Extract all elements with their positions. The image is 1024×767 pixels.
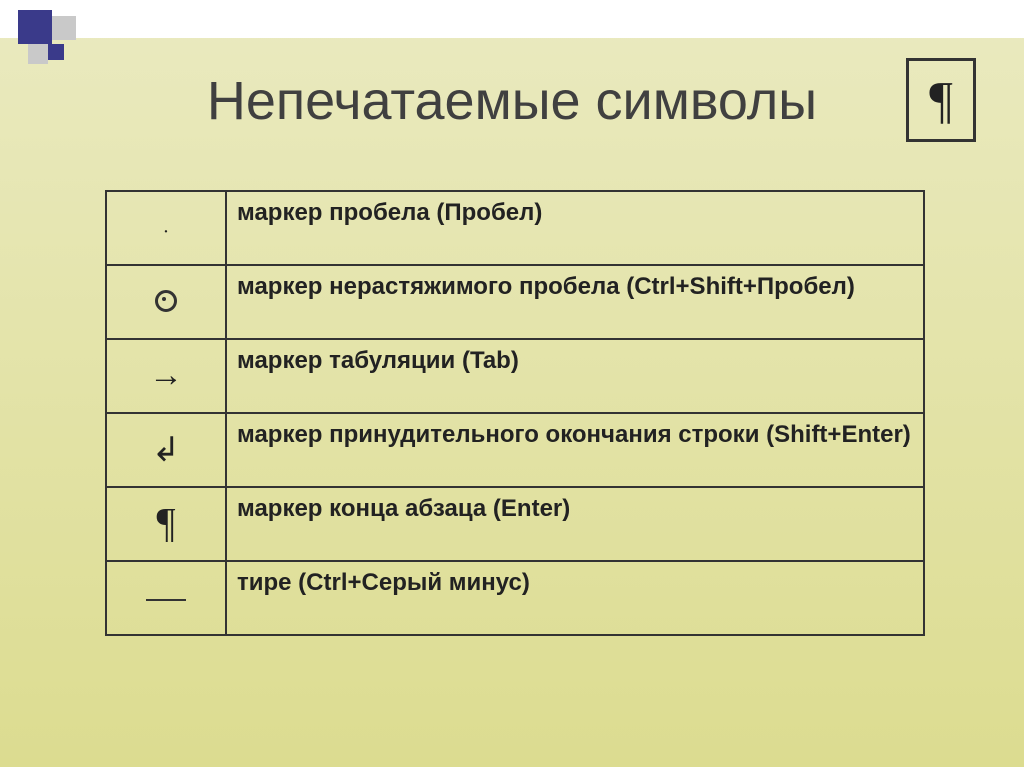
table-row: · маркер пробела (Пробел)	[106, 191, 924, 265]
symbol-cell: →	[106, 339, 226, 413]
table-row: ↲ маркер принудительного окончания строк…	[106, 413, 924, 487]
table-row: тире (Ctrl+Серый минус)	[106, 561, 924, 635]
top-bar	[0, 0, 1024, 38]
table-row: → маркер табуляции (Tab)	[106, 339, 924, 413]
space-marker-icon: ·	[163, 221, 170, 243]
slide-title: Непечатаемые символы	[207, 71, 817, 131]
decorative-squares	[18, 10, 88, 65]
description-cell: маркер конца абзаца (Enter)	[226, 487, 924, 561]
description-cell: маркер нерастяжимого пробела (Ctrl+Shift…	[226, 265, 924, 339]
symbol-cell: ·	[106, 191, 226, 265]
description-cell: тире (Ctrl+Серый минус)	[226, 561, 924, 635]
symbol-cell	[106, 561, 226, 635]
description-cell: маркер табуляции (Tab)	[226, 339, 924, 413]
line-break-marker-icon: ↲	[152, 432, 181, 469]
symbols-table: · маркер пробела (Пробел) маркер нерастя…	[105, 190, 925, 636]
slide: Непечатаемые символы ¶ · маркер пробела …	[0, 0, 1024, 767]
nbsp-marker-icon	[155, 290, 177, 312]
paragraph-marker-icon: ¶	[156, 501, 175, 547]
pilcrow-icon: ¶	[929, 71, 953, 130]
table-row: ¶ маркер конца абзаца (Enter)	[106, 487, 924, 561]
pilcrow-badge: ¶	[906, 58, 976, 142]
dash-marker-icon	[146, 599, 186, 601]
table-row: маркер нерастяжимого пробела (Ctrl+Shift…	[106, 265, 924, 339]
description-cell: маркер пробела (Пробел)	[226, 191, 924, 265]
symbol-cell: ¶	[106, 487, 226, 561]
symbol-cell: ↲	[106, 413, 226, 487]
symbol-cell	[106, 265, 226, 339]
tab-marker-icon: →	[149, 357, 183, 394]
description-cell: маркер принудительного окончания строки …	[226, 413, 924, 487]
